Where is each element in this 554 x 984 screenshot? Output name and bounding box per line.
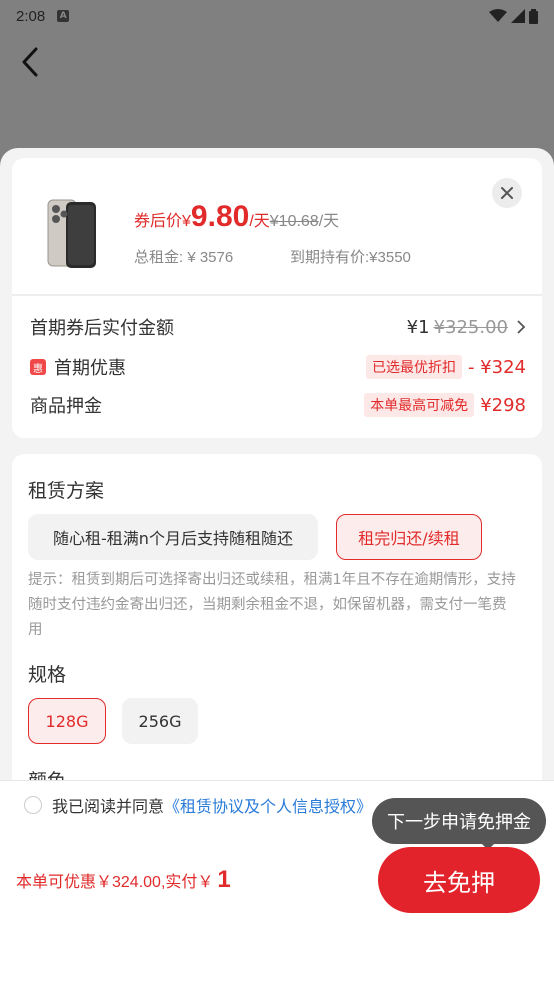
deposit-label: 商品押金	[30, 396, 102, 417]
price-prefix: 券后价	[134, 213, 183, 230]
price-currency: ¥	[182, 213, 191, 230]
status-bar: 2:08 A	[0, 0, 554, 32]
deposit-value: ¥298	[480, 394, 526, 416]
plan-hint: 提示：租赁到期后可选择寄出归还或续租，租满1年且不存在逾期情形，支持随时支付违约…	[28, 572, 516, 638]
close-button[interactable]	[492, 178, 522, 208]
agreement-row[interactable]: 我已阅读并同意 《租赁协议及个人信息授权》	[24, 793, 372, 817]
daily-price: 9.80	[190, 200, 250, 233]
buyout-price: 到期持有价:¥3550	[290, 249, 411, 266]
deposit-row: 商品押金 本单最高可减免 ¥298	[30, 392, 526, 418]
product-image	[47, 199, 96, 268]
spec-title: 规格	[28, 664, 67, 686]
first-payment-original: ¥325.00	[433, 316, 508, 338]
plan-title: 租赁方案	[28, 480, 105, 502]
chevron-left-icon	[22, 47, 38, 77]
battery-icon	[529, 8, 538, 24]
first-payment-value: ¥1	[406, 316, 430, 338]
divider	[12, 294, 542, 296]
original-price-unit: /天	[318, 213, 340, 230]
agreement-text: 我已阅读并同意	[52, 797, 165, 816]
discount-tag: 已选最优折扣	[365, 355, 462, 379]
plan-option-flexible[interactable]: 随心租-租满n个月后支持随租随还	[28, 514, 318, 560]
total-rent: 总租金: ¥ 3576	[134, 249, 234, 266]
first-payment-row[interactable]: 首期券后实付金额 ¥1 ¥325.00	[30, 314, 526, 340]
back-button[interactable]	[14, 44, 46, 80]
first-discount-row: 惠 首期优惠 已选最优折扣 - ¥324	[30, 354, 526, 380]
chevron-right-icon	[517, 320, 526, 334]
original-price: ¥10.68	[269, 213, 319, 230]
first-payment-label: 首期券后实付金额	[30, 318, 174, 339]
product-summary-card: 券后价 ¥ 9.80 /天 ¥10.68 /天 总租金: ¥ 3576 到期持有…	[12, 158, 542, 438]
deposit-free-button[interactable]: 去免押	[378, 847, 540, 913]
checkout-summary: 本单可优惠￥324.00,实付￥ 1	[16, 866, 231, 894]
next-step-tooltip: 下一步申请免押金	[372, 798, 546, 844]
spec-option-256g[interactable]: 256G	[122, 698, 198, 744]
spec-option-128g[interactable]: 128G	[28, 698, 106, 744]
agree-checkbox[interactable]	[24, 796, 42, 814]
status-time: 2:08	[16, 7, 46, 25]
notification-a-icon: A	[57, 10, 70, 22]
deposit-tag: 本单最高可减免	[364, 393, 475, 417]
first-discount-label: 首期优惠	[54, 358, 126, 379]
signal-icon	[511, 9, 525, 23]
price-row: 券后价 ¥ 9.80 /天 ¥10.68 /天	[134, 200, 339, 234]
close-icon	[501, 187, 513, 199]
agreement-link[interactable]: 《租赁协议及个人信息授权》	[164, 793, 372, 817]
first-discount-value: - ¥324	[467, 356, 526, 378]
price-unit: /天	[249, 213, 270, 230]
plan-option-return-renew[interactable]: 租完归还/续租	[336, 514, 482, 560]
discount-badge-icon: 惠	[30, 359, 46, 375]
checkout-summary-text: 本单可优惠￥324.00,实付￥	[16, 874, 214, 891]
wifi-icon	[489, 9, 507, 22]
checkout-amount: 1	[217, 866, 231, 893]
